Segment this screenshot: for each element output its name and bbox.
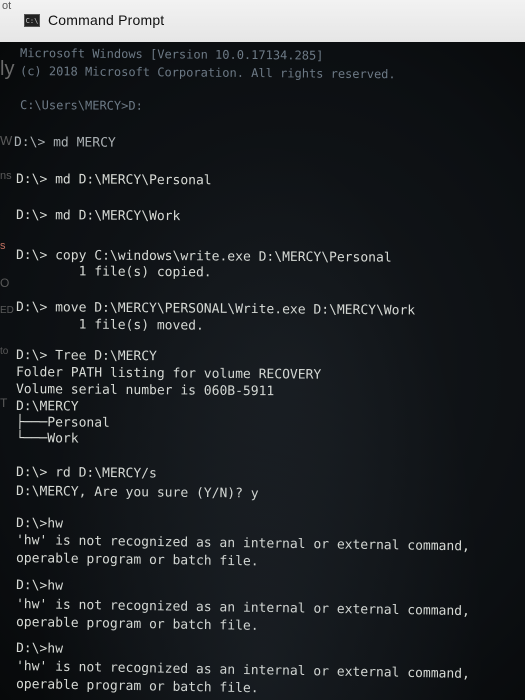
background-fragment: to <box>0 346 9 357</box>
cmd-icon: C:\ <box>24 14 40 27</box>
console-line: D:\MERCY <box>15 399 79 415</box>
console-line: D:\> md D:\MERCY\Personal <box>15 172 212 189</box>
background-fragment: O <box>0 276 10 290</box>
console-line: D:\MERCY, Are you sure (Y/N)? y <box>15 484 259 502</box>
console-line: Volume serial number is 060B-5911 <box>15 382 275 400</box>
console-line-version: Microsoft Windows [Version 10.0.17134.28… <box>19 46 324 63</box>
tree-branch-work: └───Work <box>15 431 79 447</box>
console-line: 1 file(s) moved. <box>15 317 204 334</box>
console-line: Folder PATH listing for volume RECOVERY <box>15 365 322 383</box>
background-fragment: W <box>0 133 13 148</box>
console-line: D:\> Tree D:\MERCY <box>15 348 157 365</box>
console-line: D:\> copy C:\windows\write.exe D:\MERCY\… <box>15 248 392 266</box>
console-line: 1 file(s) copied. <box>15 264 212 281</box>
window-title-bar[interactable]: C:\ Command Prompt <box>0 0 525 43</box>
console-line: D:\> md D:\MERCY\Work <box>15 208 181 225</box>
background-fragment: ED <box>0 305 14 316</box>
console-line: D:\>hw <box>15 578 64 594</box>
window-title: Command Prompt <box>48 12 165 28</box>
console-line: C:\Users\MERCY>D: <box>19 98 143 113</box>
background-fragment: ly <box>0 58 15 80</box>
tree-branch-personal: ├───Personal <box>15 415 110 431</box>
background-fragment: ot <box>2 0 12 12</box>
console-line: D:\> rd D:\MERCY/s <box>15 465 157 482</box>
console-line: D:\>hw <box>15 516 64 532</box>
background-fragment: T <box>0 396 8 410</box>
photo-frame: C:\ Command Prompt ot Microsoft Windows … <box>0 0 525 700</box>
background-fragment: s <box>0 240 6 252</box>
console-line: D:\> md MERCY <box>13 135 116 151</box>
background-fragment: ns <box>0 170 12 182</box>
console-line: D:\>hw <box>15 641 64 657</box>
